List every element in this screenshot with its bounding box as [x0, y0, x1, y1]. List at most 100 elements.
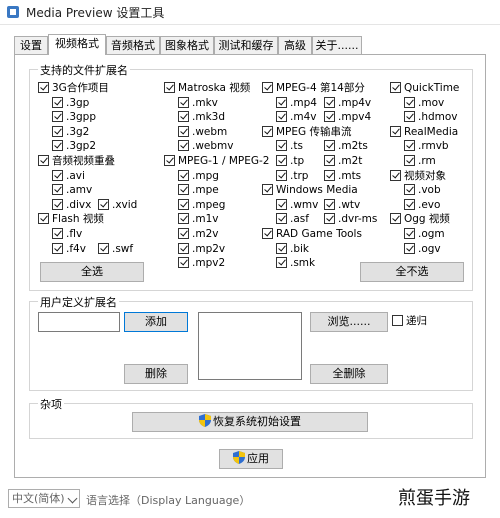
checkbox-evo-box[interactable]	[404, 198, 415, 210]
checkbox-windows-media[interactable]: Windows Media	[262, 184, 358, 198]
checkbox-item-box[interactable]	[390, 169, 401, 181]
tab-about[interactable]: 关于......	[312, 36, 362, 54]
tab-audio-formats[interactable]: 音频格式	[106, 36, 160, 54]
tab-test-cache[interactable]: 测试和缓存	[214, 36, 278, 54]
checkbox-asf[interactable]: .asf	[276, 213, 309, 227]
checkbox-3g2[interactable]: .3g2	[52, 125, 89, 140]
checkbox-mk3d[interactable]: .mk3d	[178, 111, 225, 125]
checkbox-amv[interactable]: .amv	[52, 184, 92, 198]
checkbox-flash[interactable]: Flash 视频	[38, 213, 104, 227]
checkbox-mpv2[interactable]: .mpv2	[178, 257, 225, 271]
tab-video-formats[interactable]: 视频格式	[48, 34, 106, 55]
checkbox-mpeg-4-14-box[interactable]	[262, 82, 273, 93]
checkbox-webmv-box[interactable]	[178, 140, 189, 152]
restore-defaults-button[interactable]: 恢复系统初始设置	[132, 412, 368, 432]
checkbox-rmvb-box[interactable]	[404, 140, 415, 152]
checkbox-3gp-box[interactable]	[52, 96, 63, 108]
tab-advanced[interactable]: 高级	[278, 36, 312, 54]
delete-button[interactable]: 删除	[124, 364, 188, 384]
checkbox-m2ts[interactable]: .m2ts	[324, 140, 368, 154]
checkbox-smk[interactable]: .smk	[276, 257, 315, 271]
checkbox-flv[interactable]: .flv	[52, 228, 82, 242]
checkbox-hdmov-box[interactable]	[404, 111, 415, 123]
checkbox-trp[interactable]: .trp	[276, 169, 308, 184]
checkbox-mpeg-box[interactable]	[178, 198, 189, 210]
checkbox-flash-box[interactable]	[38, 213, 49, 225]
checkbox-wtv-box[interactable]	[324, 198, 335, 210]
custom-extension-input[interactable]	[38, 312, 120, 332]
checkbox-divx[interactable]: .divx	[52, 198, 91, 213]
tab-settings[interactable]: 设置	[14, 36, 48, 54]
checkbox-swf[interactable]: .swf	[98, 242, 133, 257]
browse-button[interactable]: 浏览......	[310, 312, 388, 332]
checkbox-swf-box[interactable]	[98, 242, 109, 254]
checkbox-3g[interactable]: 3G合作项目	[38, 82, 109, 96]
checkbox-ogm[interactable]: .ogm	[404, 228, 445, 242]
checkbox-ogv[interactable]: .ogv	[404, 242, 441, 257]
checkbox-ogv-box[interactable]	[404, 242, 415, 254]
checkbox-m4v[interactable]: .m4v	[276, 111, 316, 125]
checkbox-quicktime-box[interactable]	[390, 82, 401, 93]
checkbox-trp-box[interactable]	[276, 169, 287, 181]
checkbox-smk-box[interactable]	[276, 257, 287, 269]
checkbox-webm-box[interactable]	[178, 125, 189, 137]
checkbox-mpv2-box[interactable]	[178, 257, 189, 269]
checkbox-wmv-box[interactable]	[276, 198, 287, 210]
checkbox-3gpp-box[interactable]	[52, 111, 63, 123]
checkbox-mp4v-box[interactable]	[324, 96, 335, 108]
checkbox-hdmov[interactable]: .hdmov	[404, 111, 458, 125]
checkbox-vob[interactable]: .vob	[404, 184, 441, 198]
checkbox-m2v-box[interactable]	[178, 228, 189, 239]
checkbox-mkv[interactable]: .mkv	[178, 96, 218, 111]
checkbox-tp[interactable]: .tp	[276, 155, 304, 169]
checkbox-f4v[interactable]: .f4v	[52, 242, 86, 257]
checkbox-mp2v[interactable]: .mp2v	[178, 242, 225, 257]
language-select[interactable]: 中文(简体)	[8, 489, 80, 508]
checkbox-ogg-box[interactable]	[390, 213, 401, 225]
checkbox-m2t[interactable]: .m2t	[324, 155, 362, 169]
checkbox-asf-box[interactable]	[276, 213, 287, 225]
checkbox-webm[interactable]: .webm	[178, 125, 227, 140]
checkbox-mts[interactable]: .mts	[324, 169, 361, 184]
checkbox-mpg-box[interactable]	[178, 169, 189, 181]
checkbox-mpv4[interactable]: .mpv4	[324, 111, 371, 125]
checkbox-item-box[interactable]	[38, 155, 49, 166]
checkbox-mkv-box[interactable]	[178, 96, 189, 108]
checkbox-3gp2-box[interactable]	[52, 140, 63, 152]
checkbox-amv-box[interactable]	[52, 184, 63, 196]
checkbox-mpe-box[interactable]	[178, 184, 189, 196]
checkbox-ts[interactable]: .ts	[276, 140, 303, 154]
checkbox-windows-media-box[interactable]	[262, 184, 273, 196]
checkbox-m2v[interactable]: .m2v	[178, 228, 218, 242]
checkbox-realmedia[interactable]: RealMedia	[390, 125, 458, 140]
checkbox-mp2v-box[interactable]	[178, 242, 189, 254]
checkbox-mts-box[interactable]	[324, 169, 335, 181]
checkbox-quicktime[interactable]: QuickTime	[390, 82, 459, 96]
checkbox-wtv[interactable]: .wtv	[324, 198, 360, 213]
checkbox-ts-box[interactable]	[276, 140, 287, 152]
checkbox-mp4[interactable]: .mp4	[276, 96, 317, 111]
select-none-button[interactable]: 全不选	[360, 262, 464, 282]
checkbox-rad-game-tools[interactable]: RAD Game Tools	[262, 228, 362, 242]
checkbox-vob-box[interactable]	[404, 184, 415, 196]
custom-extension-list[interactable]	[198, 312, 302, 380]
checkbox-evo[interactable]: .evo	[404, 198, 440, 213]
checkbox-mpeg[interactable]: MPEG 传输串流	[262, 125, 352, 140]
checkbox-divx-box[interactable]	[52, 198, 63, 210]
checkbox-f4v-box[interactable]	[52, 242, 63, 254]
checkbox-wmv[interactable]: .wmv	[276, 198, 318, 213]
checkbox-item[interactable]: 音频视频重叠	[38, 155, 115, 169]
recursive-checkbox-box[interactable]	[392, 315, 403, 326]
checkbox-rm[interactable]: .rm	[404, 155, 436, 169]
checkbox-item[interactable]: 视频对象	[390, 169, 446, 184]
checkbox-m2ts-box[interactable]	[324, 140, 335, 152]
checkbox-mpe[interactable]: .mpe	[178, 184, 219, 198]
checkbox-mov-box[interactable]	[404, 96, 415, 108]
checkbox-rmvb[interactable]: .rmvb	[404, 140, 449, 154]
checkbox-mpeg[interactable]: .mpeg	[178, 198, 225, 213]
apply-button[interactable]: 应用	[219, 449, 283, 469]
delete-all-button[interactable]: 全删除	[310, 364, 388, 384]
checkbox-avi-box[interactable]	[52, 169, 63, 181]
checkbox-mp4v[interactable]: .mp4v	[324, 96, 371, 111]
checkbox-bik-box[interactable]	[276, 242, 287, 254]
